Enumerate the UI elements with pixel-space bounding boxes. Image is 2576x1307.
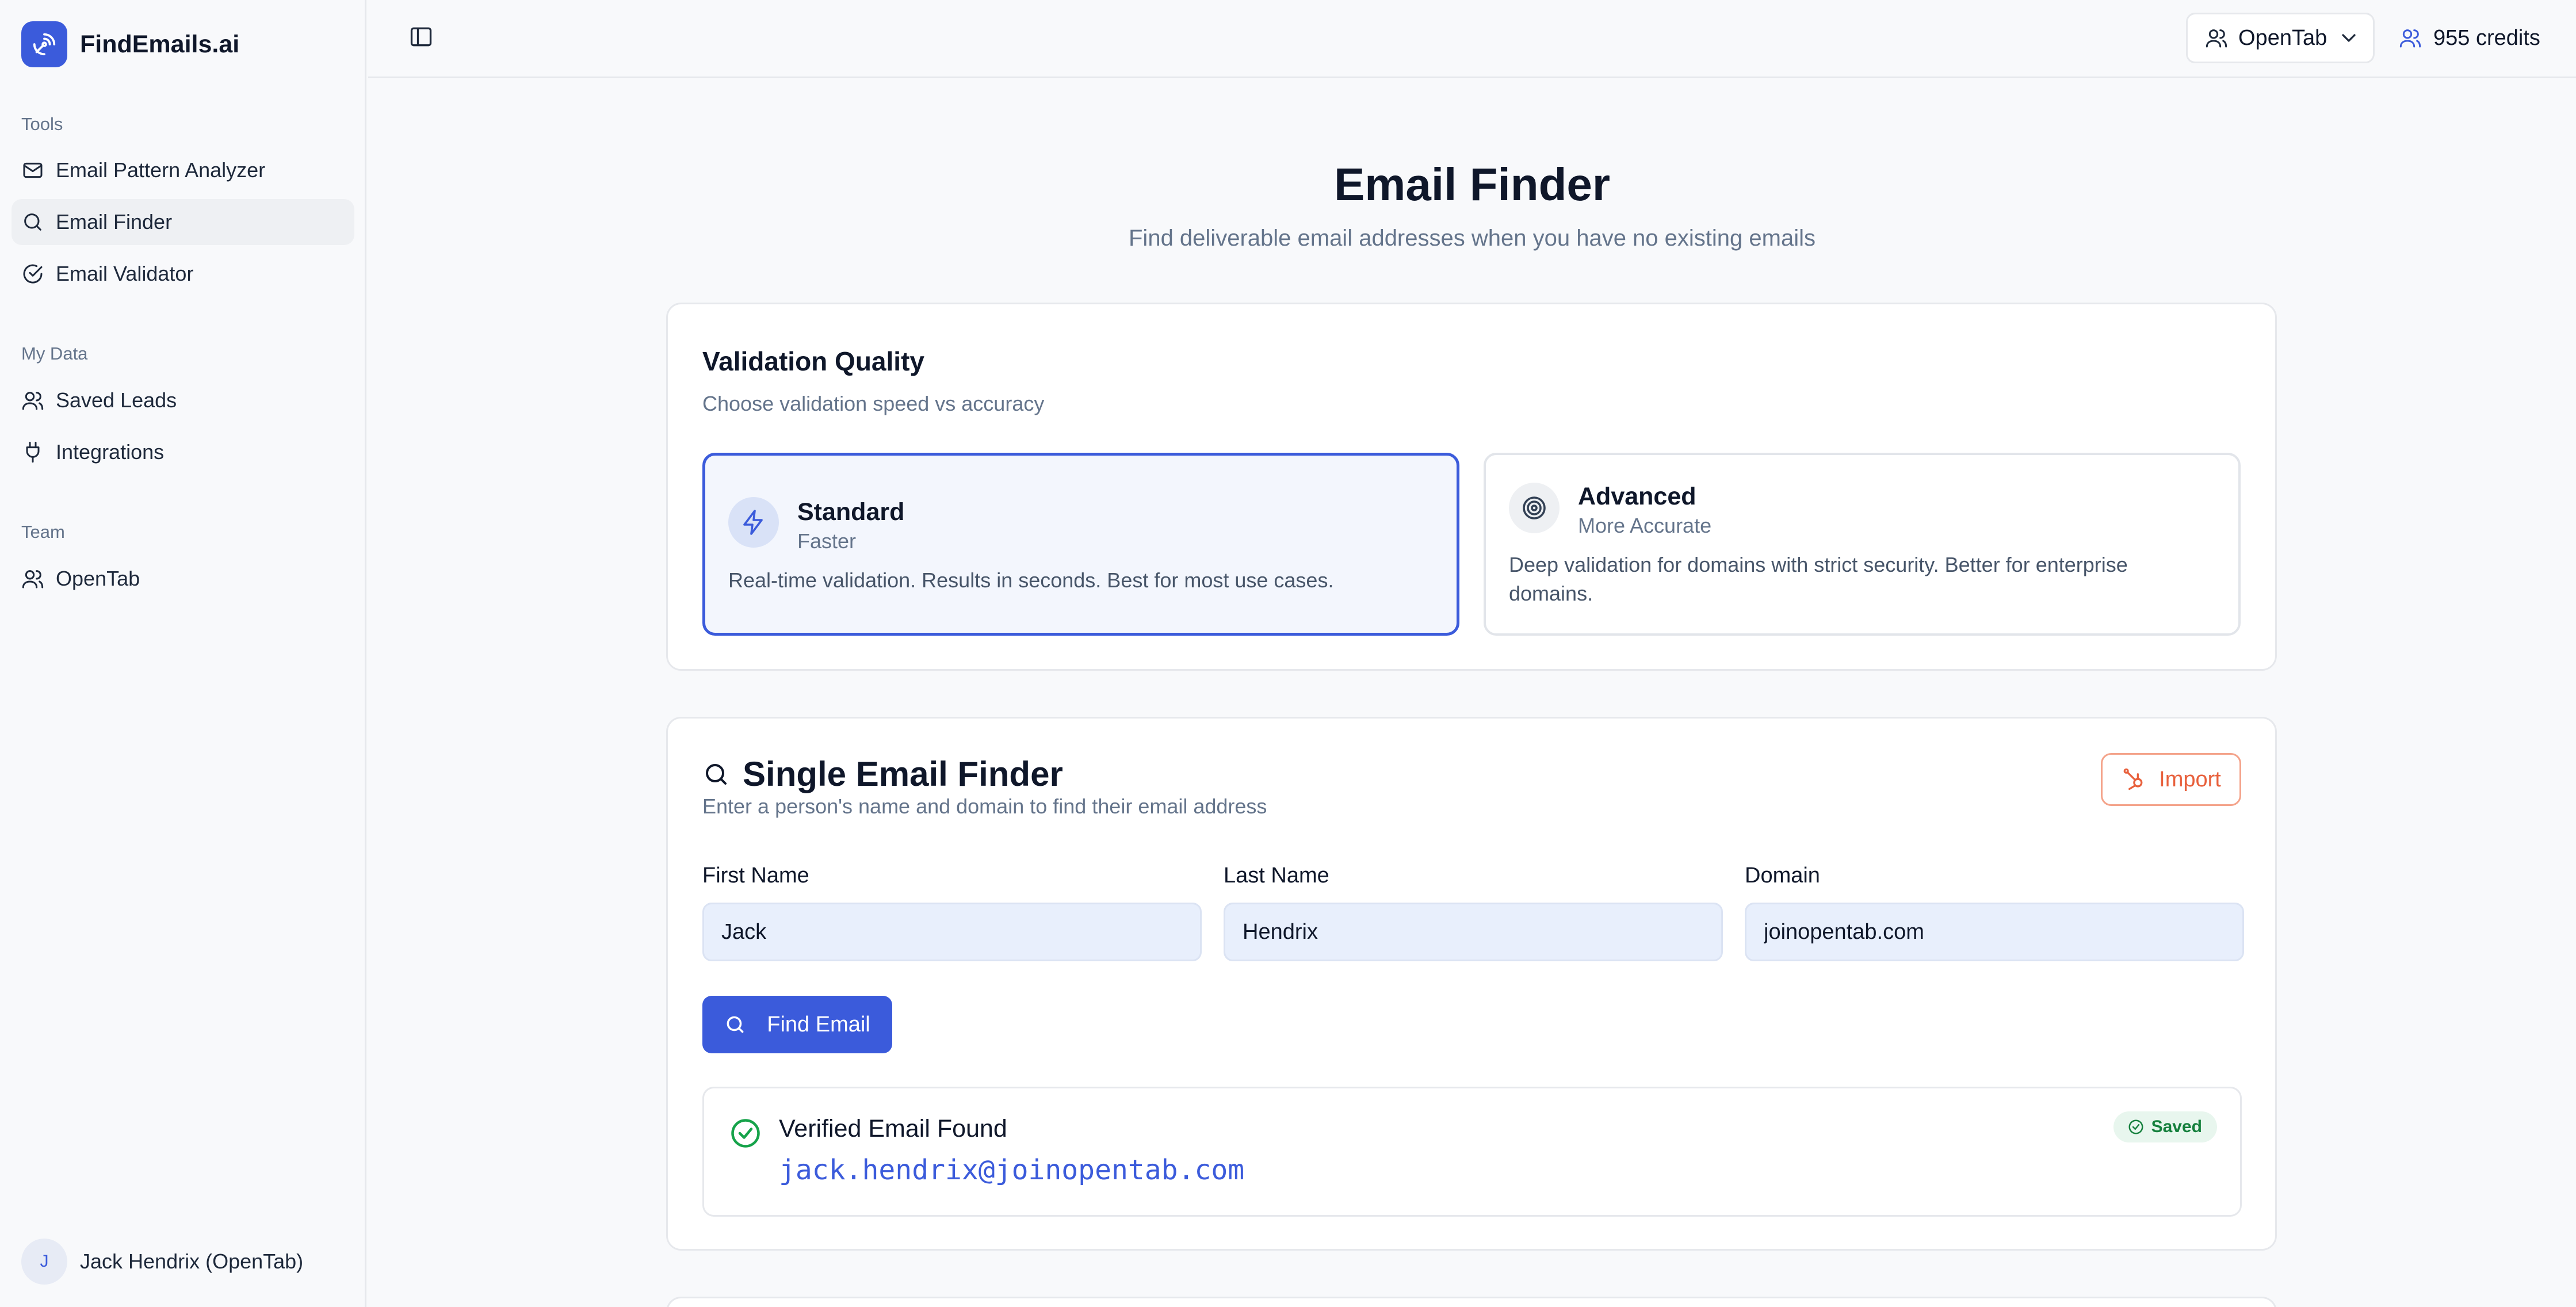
users-icon bbox=[2399, 29, 2421, 48]
sidebar-item-integrations[interactable]: Integrations bbox=[12, 429, 354, 475]
single-email-finder-card: Single Email Finder Enter a person's nam… bbox=[666, 717, 2277, 1251]
result-title: Verified Email Found bbox=[779, 1115, 1007, 1142]
status-badge-label: Saved bbox=[2151, 1117, 2202, 1136]
sidebar-toggle-button[interactable] bbox=[408, 24, 434, 49]
team-switcher-label: OpenTab bbox=[2238, 25, 2327, 50]
sidebar-item-label: Integrations bbox=[56, 440, 165, 464]
validation-title: Validation Quality bbox=[702, 346, 924, 376]
status-badge: Saved bbox=[2113, 1111, 2217, 1142]
team-switcher[interactable]: OpenTab bbox=[2186, 13, 2375, 63]
plug-icon bbox=[26, 441, 40, 463]
app-root: FindEmails.ai Tools Email Pattern Analyz… bbox=[0, 0, 2576, 1307]
mail-icon bbox=[23, 162, 43, 178]
sidebar-item-email-validator[interactable]: Email Validator bbox=[12, 251, 354, 297]
nav-section-my-data: My Data bbox=[21, 343, 88, 364]
sidebar: FindEmails.ai Tools Email Pattern Analyz… bbox=[0, 0, 366, 1307]
option-title: Advanced bbox=[1578, 483, 1696, 510]
check-circle-icon bbox=[23, 264, 43, 284]
search-icon bbox=[24, 213, 41, 231]
option-tag: More Accurate bbox=[1578, 514, 1712, 537]
validation-subtitle: Choose validation speed vs accuracy bbox=[702, 392, 1045, 415]
sidebar-item-label: Saved Leads bbox=[56, 388, 177, 412]
sidebar-item-label: Email Validator bbox=[56, 262, 194, 285]
sidebar-item-saved-leads[interactable]: Saved Leads bbox=[12, 377, 354, 423]
result-email[interactable]: jack.hendrix@joinopentab.com bbox=[779, 1154, 1244, 1186]
import-button[interactable]: Import bbox=[2101, 753, 2241, 806]
logo-icon bbox=[21, 21, 67, 67]
hubspot-icon bbox=[2123, 768, 2143, 790]
sidebar-item-email-pattern-analyzer[interactable]: Email Pattern Analyzer bbox=[12, 147, 354, 193]
check-circle-icon bbox=[2128, 1119, 2143, 1134]
sidebar-item-opentab[interactable]: OpenTab bbox=[12, 556, 354, 602]
nav-section-tools: Tools bbox=[21, 114, 63, 134]
last-name-input[interactable] bbox=[1224, 903, 1723, 961]
finder-title: Single Email Finder bbox=[743, 755, 1063, 793]
users-icon bbox=[2206, 29, 2227, 48]
domain-label: Domain bbox=[1745, 863, 1820, 888]
option-tag: Faster bbox=[797, 529, 857, 553]
topbar: OpenTab 955 credits bbox=[368, 0, 2576, 78]
avatar: J bbox=[21, 1239, 67, 1285]
nav-section-team: Team bbox=[21, 522, 65, 542]
page-subtitle: Find deliverable email addresses when yo… bbox=[1129, 226, 1816, 251]
sidebar-item-label: Email Finder bbox=[56, 210, 173, 234]
user-menu[interactable]: J Jack Hendrix (OpenTab) bbox=[21, 1239, 303, 1285]
domain-input[interactable] bbox=[1745, 903, 2244, 961]
last-name-label: Last Name bbox=[1224, 863, 1329, 888]
users-icon bbox=[22, 570, 44, 588]
chevron-down-icon bbox=[2342, 34, 2356, 42]
brand[interactable]: FindEmails.ai bbox=[21, 21, 239, 67]
first-name-label: First Name bbox=[702, 863, 809, 888]
finder-header: Single Email Finder bbox=[702, 754, 1063, 794]
first-name-input[interactable] bbox=[702, 903, 1202, 961]
option-standard[interactable]: Standard Faster Real-time validation. Re… bbox=[702, 453, 1459, 636]
user-name: Jack Hendrix (OpenTab) bbox=[80, 1249, 304, 1273]
result-card: Verified Email Found jack.hendrix@joinop… bbox=[702, 1087, 2242, 1217]
sidebar-item-label: Email Pattern Analyzer bbox=[56, 158, 266, 182]
validation-quality-card: Validation Quality Choose validation spe… bbox=[666, 303, 2277, 671]
option-advanced[interactable]: Advanced More Accurate Deep validation f… bbox=[1484, 453, 2241, 636]
option-title: Standard bbox=[797, 498, 905, 526]
zap-icon bbox=[728, 497, 779, 548]
option-description: Deep validation for domains with strict … bbox=[1509, 553, 2128, 605]
next-card bbox=[666, 1297, 2277, 1307]
search-icon bbox=[706, 763, 727, 785]
find-email-label: Find Email bbox=[767, 1012, 870, 1037]
sidebar-item-email-finder[interactable]: Email Finder bbox=[12, 199, 354, 245]
search-icon bbox=[727, 1016, 744, 1033]
brand-name: FindEmails.ai bbox=[80, 30, 240, 58]
credits-indicator: 955 credits bbox=[2399, 13, 2540, 63]
sidebar-item-label: OpenTab bbox=[56, 567, 140, 590]
check-circle-icon bbox=[731, 1119, 760, 1148]
page-title: Email Finder bbox=[1333, 159, 1611, 210]
credits-label: 955 credits bbox=[2433, 25, 2540, 50]
users-icon bbox=[22, 392, 44, 410]
find-email-button[interactable]: Find Email bbox=[702, 996, 892, 1053]
option-description: Real-time validation. Results in seconds… bbox=[728, 568, 1334, 592]
finder-subtitle: Enter a person's name and domain to find… bbox=[702, 794, 1267, 818]
target-icon bbox=[1509, 483, 1560, 533]
panel-left-icon bbox=[410, 27, 432, 47]
import-label: Import bbox=[2159, 767, 2221, 792]
